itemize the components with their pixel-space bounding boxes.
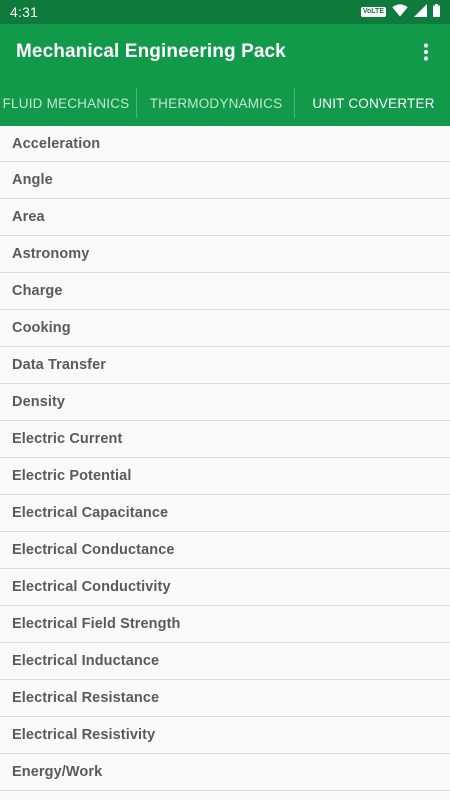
more-vert-icon[interactable] (414, 40, 438, 64)
status-icons: VoLTE (360, 4, 440, 20)
app-title: Mechanical Engineering Pack (16, 41, 286, 62)
list-item-astronomy[interactable]: Astronomy (0, 236, 450, 273)
list-item-electric-current[interactable]: Electric Current (0, 421, 450, 458)
wifi-icon (392, 4, 408, 20)
status-time: 4:31 (10, 4, 39, 20)
list-item-electrical-resistivity[interactable]: Electrical Resistivity (0, 717, 450, 754)
list-item-electrical-inductance[interactable]: Electrical Inductance (0, 643, 450, 680)
unit-category-list: Acceleration Angle Area Astronomy Charge… (0, 126, 450, 791)
tab-unit-converter[interactable]: UNIT CONVERTER (295, 80, 450, 126)
status-bar: 4:31 VoLTE (0, 0, 450, 24)
volte-badge: VoLTE (360, 7, 386, 17)
list-item-electrical-resistance[interactable]: Electrical Resistance (0, 680, 450, 717)
list-item-electrical-field-strength[interactable]: Electrical Field Strength (0, 606, 450, 643)
signal-icon (414, 4, 427, 20)
list-item-electrical-conductance[interactable]: Electrical Conductance (0, 532, 450, 569)
battery-icon (433, 4, 440, 20)
list-item-electric-potential[interactable]: Electric Potential (0, 458, 450, 495)
tab-thermodynamics[interactable]: THERMODYNAMICS (137, 80, 295, 126)
list-item-energy-work[interactable]: Energy/Work (0, 754, 450, 791)
list-item-density[interactable]: Density (0, 384, 450, 421)
list-item-cooking[interactable]: Cooking (0, 310, 450, 347)
list-item-charge[interactable]: Charge (0, 273, 450, 310)
list-item-electrical-capacitance[interactable]: Electrical Capacitance (0, 495, 450, 532)
list-item-angle[interactable]: Angle (0, 162, 450, 199)
list-item-area[interactable]: Area (0, 199, 450, 236)
app-bar: Mechanical Engineering Pack (0, 24, 450, 80)
tab-fluid-mechanics[interactable]: FLUID MECHANICS (0, 80, 136, 126)
tab-bar: FLUID MECHANICS THERMODYNAMICS UNIT CONV… (0, 80, 450, 126)
list-item-data-transfer[interactable]: Data Transfer (0, 347, 450, 384)
list-item-acceleration[interactable]: Acceleration (0, 126, 450, 162)
list-item-electrical-conductivity[interactable]: Electrical Conductivity (0, 569, 450, 606)
